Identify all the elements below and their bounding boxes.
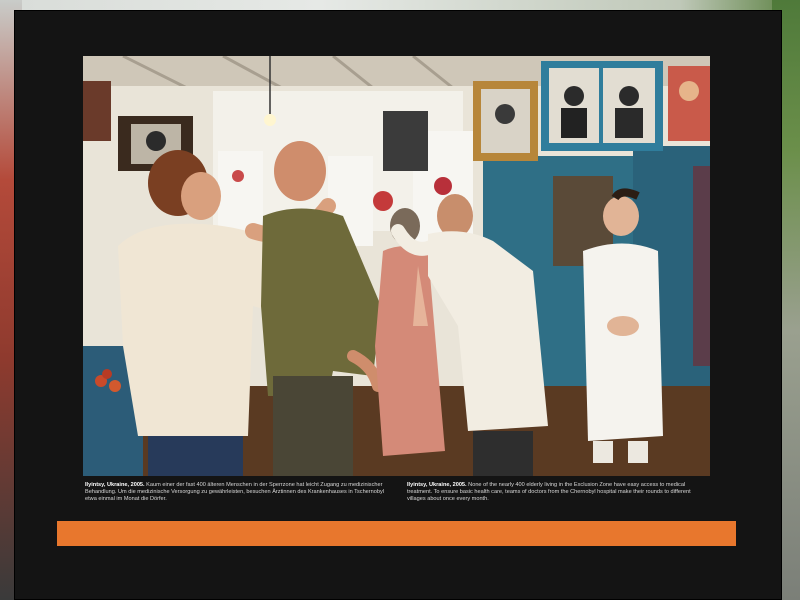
orange-accent-band [57,521,736,546]
caption-english-place: Ilyintsy, Ukraine, 2005. [407,482,467,488]
caption-english: Ilyintsy, Ukraine, 2005. None of the nea… [407,482,707,503]
caption-area: Ilyintsy, Ukraine, 2005. Kaum einer der … [83,476,710,520]
caption-german: Ilyintsy, Ukraine, 2005. Kaum einer der … [85,482,385,503]
caption-german-place: Ilyintsy, Ukraine, 2005. [85,482,145,488]
exhibit-photograph [83,56,710,476]
photo-scene [83,56,710,476]
